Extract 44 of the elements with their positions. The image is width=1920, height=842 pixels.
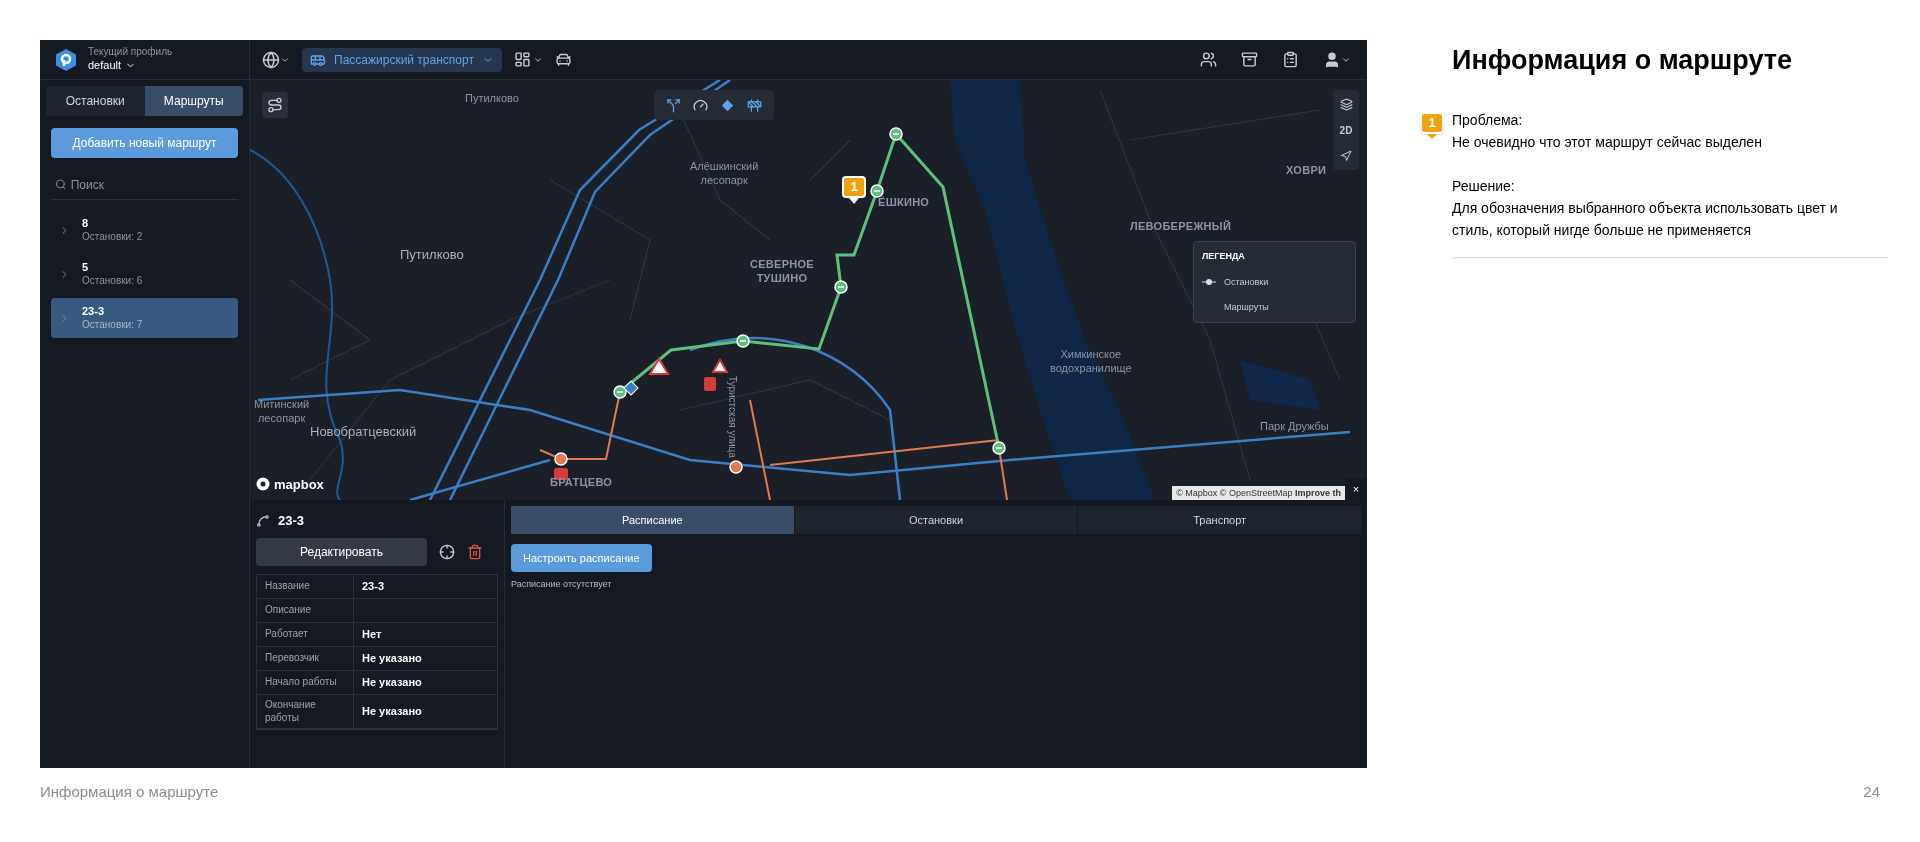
route-stop-count: Остановки: 6 xyxy=(82,274,143,288)
field-label: Работает xyxy=(257,623,354,646)
field-label: Перевозчик xyxy=(257,647,354,670)
map-label: СЕВЕРНОЕ ТУШИНО xyxy=(750,258,814,286)
map-label: Туристская улица xyxy=(726,376,739,458)
legend-label: Маршруты xyxy=(1224,301,1269,314)
field-value: Нет xyxy=(361,627,383,643)
solution-label: Решение: xyxy=(1452,176,1516,196)
route-title: 23-3 xyxy=(278,512,305,531)
problem-text: Не очевидно что этот маршрут сейчас выделен xyxy=(1452,132,1763,152)
field-label: Название xyxy=(257,575,354,598)
route-name: 23-3 xyxy=(82,304,106,319)
solution-text: Для обозначения выбранного объекта использовать цвет и стиль, который нигде больше не применяется xyxy=(1452,198,1839,240)
map-label: Парк Дружбы xyxy=(1260,419,1329,434)
map-label: Химкинское водохранилище xyxy=(1050,348,1132,376)
route-name: 5 xyxy=(82,260,90,275)
map-label: ЁШКИНО xyxy=(878,196,930,210)
map-label: Путилково xyxy=(465,92,519,106)
field-label: Описание xyxy=(257,599,354,622)
map-logo: mapbox xyxy=(274,475,324,494)
map-label: Путилково xyxy=(400,246,464,264)
field-value: 23-3 xyxy=(361,579,386,595)
problem-label: Проблема: xyxy=(1452,110,1524,130)
field-label: Окончание работы xyxy=(257,695,354,728)
route-stop-count: Остановки: 2 xyxy=(82,230,143,244)
footer-caption: Информация о маршруте xyxy=(40,782,219,802)
legend-title: ЛЕГЕНДА xyxy=(1202,250,1246,263)
field-value: Не указано xyxy=(361,704,423,720)
legend-label: Остановки xyxy=(1224,275,1269,289)
map-attribution: © Mapbox © OpenStreetMap Improve th xyxy=(1172,486,1345,500)
profile-label: Текущий профиль xyxy=(88,46,173,59)
map-label: ЛЕВОБЕРЕЖНЫЙ xyxy=(1130,220,1232,234)
map-label: ХОВРИ xyxy=(1286,164,1327,178)
route-stop-count: Остановки: 7 xyxy=(82,318,143,332)
empty-schedule-text: Расписание отсутствует xyxy=(511,578,612,591)
field-label: Начало работы xyxy=(257,671,354,694)
map-label: Алёшкинский лесопарк xyxy=(690,160,759,188)
field-value: Не указано xyxy=(361,675,423,691)
map-label: Митинский лесопарк xyxy=(254,398,310,426)
map-label: БРАТЦЕВО xyxy=(550,476,613,490)
field-value: Не указано xyxy=(361,651,423,667)
notes-title: Информация о маршруте xyxy=(1452,44,1794,77)
page-number: 24 xyxy=(1863,782,1880,802)
route-name: 8 xyxy=(82,216,90,231)
